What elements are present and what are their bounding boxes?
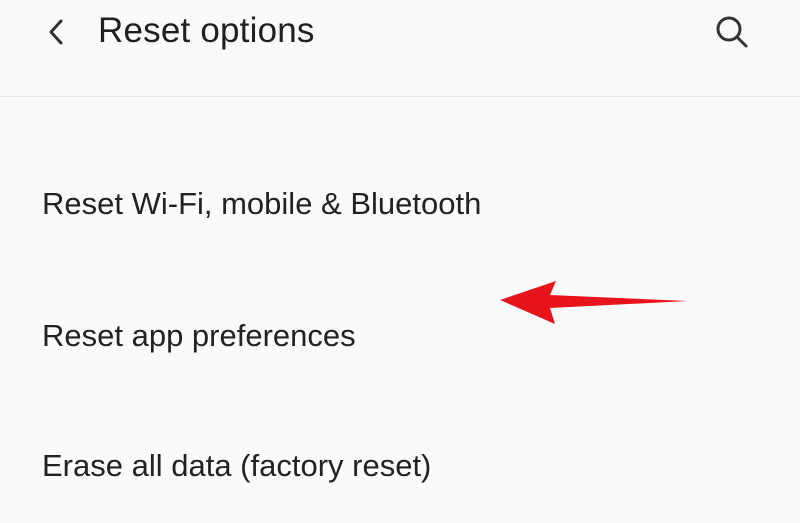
search-icon	[716, 16, 748, 48]
list-item-label: Erase all data (factory reset)	[42, 448, 432, 483]
app-bar: Reset options	[0, 0, 800, 96]
reset-wifi-mobile-bluetooth-item[interactable]: Reset Wi-Fi, mobile & Bluetooth	[0, 151, 800, 261]
reset-options-list: Reset Wi-Fi, mobile & Bluetooth Reset ap…	[0, 97, 800, 508]
page-title: Reset options	[98, 11, 315, 50]
erase-all-data-item[interactable]: Erase all data (factory reset)	[0, 413, 800, 523]
red-arrow-annotation	[500, 281, 688, 324]
search-button[interactable]	[708, 8, 756, 56]
chevron-left-icon	[49, 19, 63, 45]
list-item-label: Reset Wi-Fi, mobile & Bluetooth	[42, 186, 482, 221]
list-item-label: Reset app preferences	[42, 318, 356, 353]
back-button[interactable]	[34, 10, 78, 54]
